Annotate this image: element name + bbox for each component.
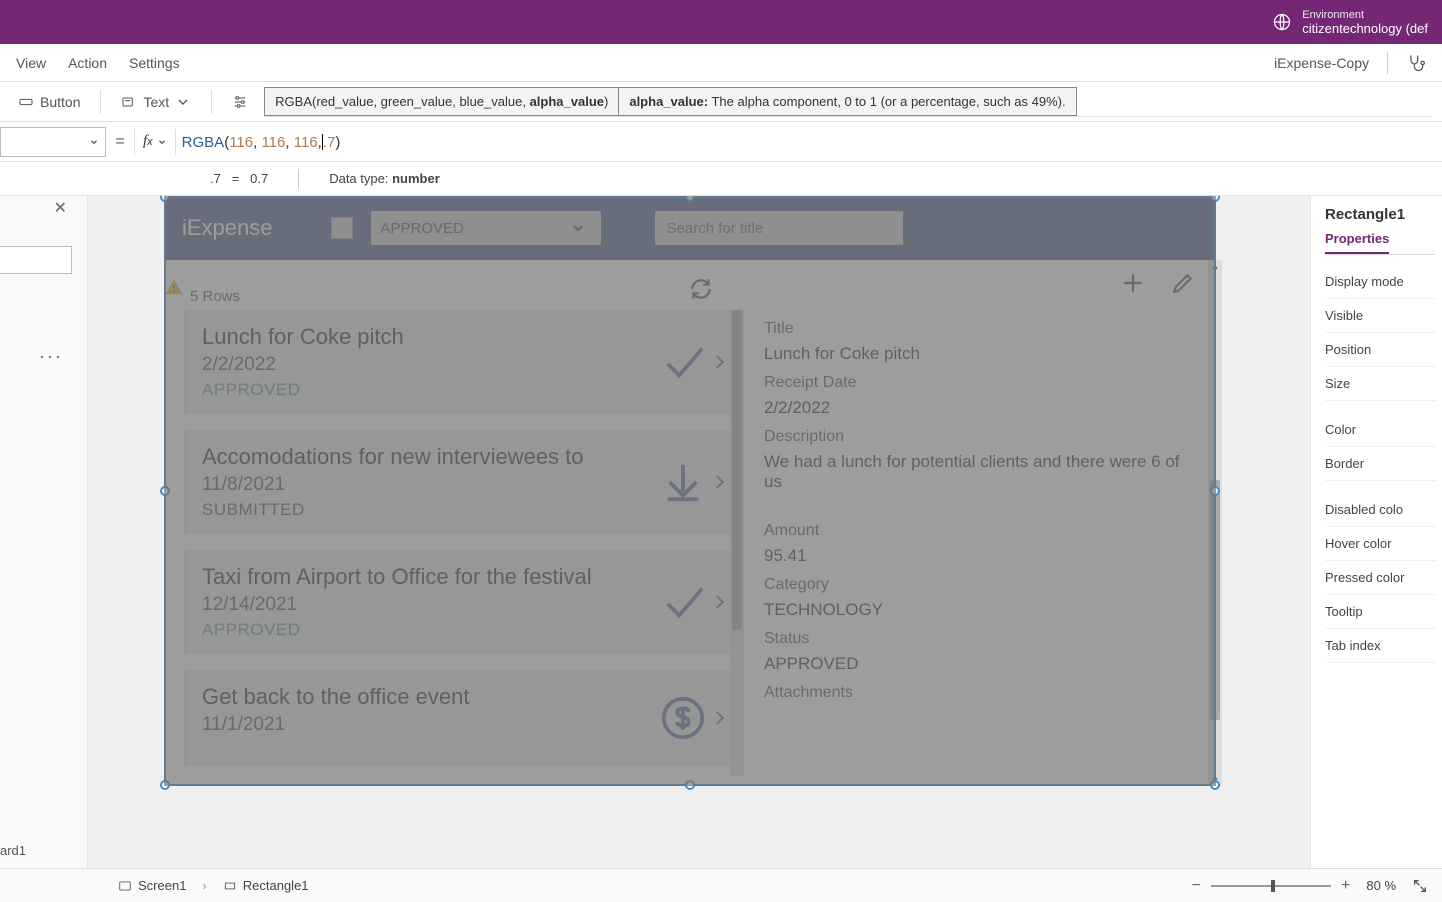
- close-icon[interactable]: ✕: [54, 198, 67, 218]
- resize-handle[interactable]: [160, 486, 170, 496]
- title-bar: Environment citizentechnology (def: [0, 0, 1442, 44]
- insert-button-label: Button: [40, 94, 80, 110]
- prop-hover-color[interactable]: Hover color: [1325, 527, 1436, 561]
- prop-size[interactable]: Size: [1325, 367, 1436, 401]
- prop-border[interactable]: Border: [1325, 447, 1436, 481]
- maximize-icon[interactable]: [1412, 878, 1428, 894]
- prop-tooltip[interactable]: Tooltip: [1325, 595, 1436, 629]
- eval-expr: .7: [210, 171, 221, 186]
- zoom-knob[interactable]: [1271, 880, 1275, 892]
- chevron-down-icon: [175, 94, 191, 110]
- sig-suffix: ): [604, 94, 608, 109]
- screen-icon: [118, 879, 132, 893]
- fx-button[interactable]: fx: [135, 133, 175, 150]
- property-dropdown[interactable]: [0, 127, 106, 157]
- formula-num: .7: [323, 134, 336, 151]
- zoom-out-button[interactable]: −: [1192, 877, 1201, 895]
- separator: [211, 90, 212, 114]
- selection-outline[interactable]: [164, 196, 1216, 786]
- prop-display-mode[interactable]: Display mode: [1325, 265, 1436, 299]
- prop-disabled-color[interactable]: Disabled colo: [1325, 493, 1436, 527]
- separator: [298, 169, 299, 189]
- formula-input[interactable]: RGBA(116, 116, 116,.7): [176, 133, 1442, 151]
- resize-handle[interactable]: [1210, 486, 1220, 496]
- breadcrumb-label: Screen1: [138, 878, 186, 893]
- prop-pressed-color[interactable]: Pressed color: [1325, 561, 1436, 595]
- sliders-icon: [232, 94, 248, 110]
- menu-settings[interactable]: Settings: [129, 55, 180, 71]
- formula-num: 116: [261, 134, 285, 151]
- resize-handle[interactable]: [685, 780, 695, 790]
- formula-bar: = fx RGBA(116, 116, 116,.7): [0, 122, 1442, 162]
- param-desc: The alpha component, 0 to 1 (or a percen…: [708, 94, 1065, 109]
- prop-position[interactable]: Position: [1325, 333, 1436, 367]
- more-icon[interactable]: ···: [39, 346, 63, 367]
- menu-bar: View Action Settings iExpense-Copy: [0, 44, 1442, 82]
- canvas[interactable]: iExpense APPROVED Search for title 5 Row…: [88, 196, 1310, 868]
- separator: [100, 90, 101, 114]
- insert-text[interactable]: Text: [113, 90, 199, 114]
- zoom-control: − +: [1192, 877, 1351, 895]
- insert-button[interactable]: Button: [10, 90, 88, 114]
- chevron-down-icon: [157, 137, 167, 147]
- settings-sliders[interactable]: [224, 90, 256, 114]
- selected-element-name: Rectangle1: [1325, 206, 1436, 223]
- eval-eq: =: [232, 171, 240, 186]
- formula-comma: ,: [285, 134, 293, 151]
- formula-evaluation: .7 = 0.7 Data type: number: [0, 162, 1442, 196]
- resize-handle[interactable]: [1210, 780, 1220, 790]
- tree-panel: ✕ ··· ard1: [0, 196, 88, 868]
- environment-badge[interactable]: Environment citizentechnology (def: [1272, 8, 1428, 36]
- formula-num: 116: [294, 134, 318, 151]
- zoom-in-button[interactable]: +: [1341, 877, 1350, 895]
- prop-tab-index[interactable]: Tab index: [1325, 629, 1436, 663]
- breadcrumb-label: Rectangle1: [243, 878, 309, 893]
- sig-param: alpha_value: [530, 94, 604, 109]
- resize-handle[interactable]: [160, 196, 170, 202]
- prop-visible[interactable]: Visible: [1325, 299, 1436, 333]
- formula-num: 116: [229, 134, 253, 151]
- menu-action[interactable]: Action: [68, 55, 107, 71]
- properties-panel: Rectangle1 Properties Display mode Visib…: [1310, 196, 1442, 868]
- environment-icon: [1272, 12, 1292, 32]
- resize-handle[interactable]: [1210, 196, 1220, 202]
- equals-sign: =: [106, 133, 134, 151]
- formula-paren: ): [335, 134, 340, 151]
- formula-signature: RGBA(red_value, green_value, blue_value,…: [264, 87, 619, 116]
- menu-view[interactable]: View: [16, 55, 46, 71]
- zoom-value: 80: [1366, 878, 1380, 893]
- insert-text-label: Text: [143, 94, 169, 110]
- zoom-unit: %: [1384, 878, 1396, 893]
- param-name: alpha_value:: [629, 94, 708, 109]
- rectangle-icon: [223, 879, 237, 893]
- formula-param-desc: alpha_value: The alpha component, 0 to 1…: [619, 87, 1076, 116]
- insert-toolbar: Button Text RGBA(red_value, green_value,…: [0, 82, 1442, 122]
- env-value: citizentechnology (def: [1302, 22, 1428, 36]
- datatype-value: number: [392, 171, 440, 186]
- footer-bar: Screen1 › Rectangle1 − + 80 %: [0, 868, 1442, 902]
- stethoscope-icon[interactable]: [1406, 53, 1426, 73]
- resize-handle[interactable]: [160, 780, 170, 790]
- resize-handle[interactable]: [685, 196, 695, 202]
- formula-fn: RGBA: [182, 134, 225, 151]
- prop-color[interactable]: Color: [1325, 413, 1436, 447]
- breadcrumb-screen[interactable]: Screen1: [118, 878, 186, 893]
- sig-prefix: RGBA(red_value, green_value, blue_value,: [275, 94, 529, 109]
- eval-result: 0.7: [250, 171, 268, 186]
- tab-properties[interactable]: Properties: [1325, 231, 1389, 254]
- tree-item-ard1[interactable]: ard1: [0, 843, 26, 858]
- datatype-label: Data type:: [329, 171, 392, 186]
- button-icon: [18, 94, 34, 110]
- breadcrumb-rectangle[interactable]: Rectangle1: [223, 878, 309, 893]
- chevron-down-icon: [89, 137, 99, 147]
- workspace: ✕ ··· ard1 iExpense APPROVED Search for …: [0, 196, 1442, 868]
- env-label: Environment: [1302, 8, 1428, 22]
- text-icon: [121, 94, 137, 110]
- divider: [1387, 52, 1388, 74]
- breadcrumb-separator: ›: [202, 878, 206, 893]
- tree-search-input[interactable]: [0, 246, 72, 274]
- zoom-slider[interactable]: [1211, 885, 1331, 887]
- project-name: iExpense-Copy: [1274, 55, 1369, 71]
